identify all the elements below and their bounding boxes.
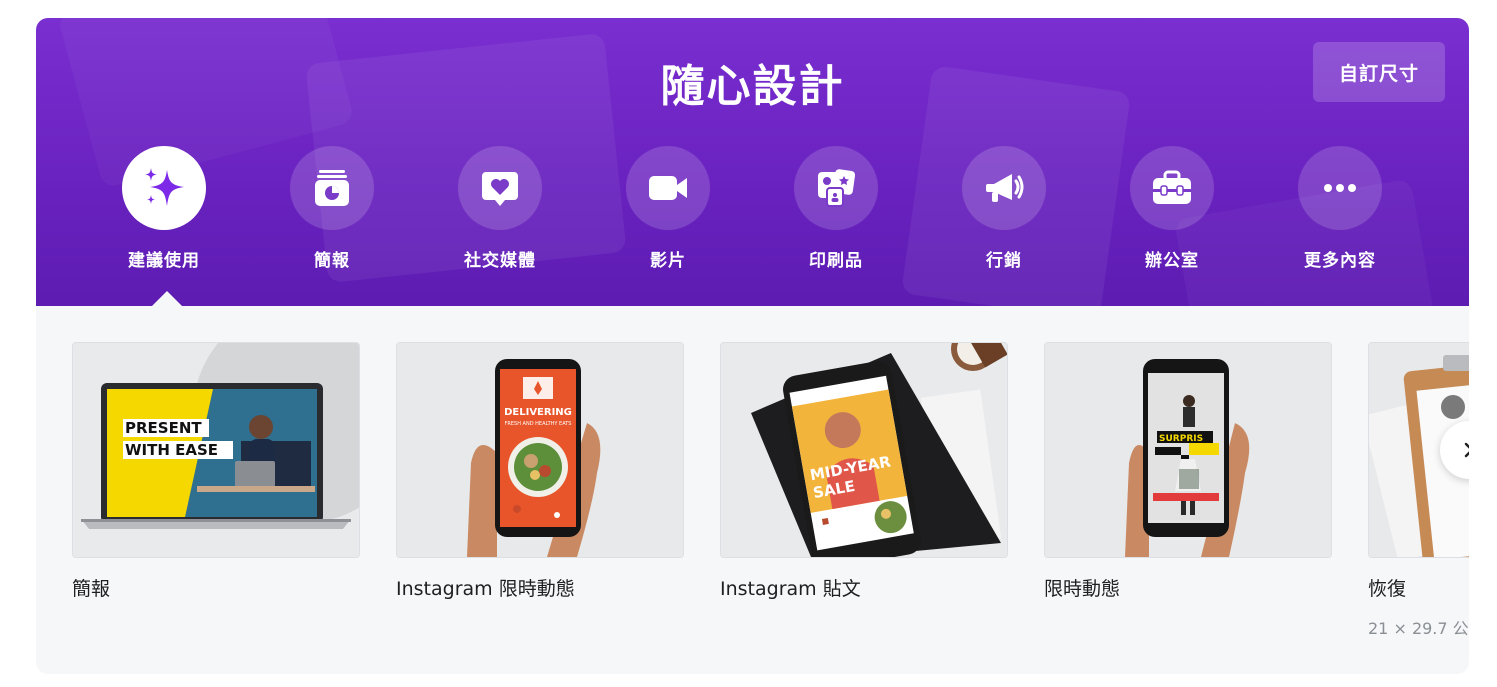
category-office[interactable]: 辦公室 <box>1112 146 1232 271</box>
template-card-instagram-story[interactable]: DELIVERING FRESH AND HEALTHY EATS Instag… <box>396 342 684 601</box>
thumbnail-headline: DELIVERING <box>504 407 572 418</box>
category-label: 辦公室 <box>1145 251 1199 271</box>
laptop-mockup: PRESENT WITH EASE <box>73 343 359 557</box>
category-suggested[interactable]: 建議使用 <box>104 146 224 271</box>
category-label: 建議使用 <box>128 251 200 271</box>
sparkle-icon <box>145 168 184 206</box>
template-name[interactable]: 限時動態 <box>1044 574 1332 601</box>
thumbnail-headline: SURPRIS <box>1159 434 1203 444</box>
phone-mockup: SURPRIS <box>1045 343 1331 557</box>
print-icon <box>818 169 856 207</box>
template-card-instagram-post[interactable]: MID-YEAR SALE Instagram 貼文 <box>720 342 1008 601</box>
category-marketing[interactable]: 行銷 <box>944 146 1064 271</box>
category-social-media[interactable]: 社交媒體 <box>440 146 560 271</box>
template-name[interactable]: 恢復 <box>1368 574 1469 601</box>
chevron-right-icon <box>1464 442 1469 458</box>
thumbnail-headline-1: PRESENT <box>125 419 202 437</box>
category-label: 簡報 <box>314 251 350 271</box>
template-card-resume[interactable]: 恢復 21 × 29.7 公分 <box>1368 342 1469 639</box>
category-label: 社交媒體 <box>464 251 536 271</box>
hero-banner: 隨心設計 自訂尺寸 建議使用 簡報 社交媒體 影片 印刷品 行銷 辦公室 更多內… <box>36 18 1469 306</box>
more-dots-icon <box>1324 184 1356 192</box>
create-design-panel: 隨心設計 自訂尺寸 建議使用 簡報 社交媒體 影片 印刷品 行銷 辦公室 更多內… <box>36 18 1469 674</box>
template-name[interactable]: Instagram 貼文 <box>720 574 1008 601</box>
category-icon-circle <box>794 146 878 230</box>
template-name[interactable]: Instagram 限時動態 <box>396 574 684 601</box>
video-camera-icon <box>649 176 687 200</box>
template-name[interactable]: 簡報 <box>72 574 360 601</box>
category-bar: 建議使用 簡報 社交媒體 影片 印刷品 行銷 辦公室 更多內容 <box>36 146 1469 286</box>
category-icon-circle <box>122 146 206 230</box>
template-dimensions: 21 × 29.7 公分 <box>1368 619 1469 638</box>
thumbnail-subheadline: FRESH AND HEALTHY EATS <box>505 421 572 427</box>
presentation-icon <box>315 170 349 206</box>
template-card-story[interactable]: SURPRIS 限時動態 <box>1044 342 1332 601</box>
category-label: 影片 <box>650 251 686 271</box>
template-thumbnail[interactable]: MID-YEAR SALE <box>720 342 1008 558</box>
thumbnail-headline-2: WITH EASE <box>125 441 218 459</box>
heart-bubble-icon <box>482 172 518 206</box>
phone-mockup: DELIVERING FRESH AND HEALTHY EATS <box>397 343 683 557</box>
phone-on-notebook-mockup: MID-YEAR SALE <box>721 343 1007 557</box>
template-card-presentation[interactable]: PRESENT WITH EASE 簡報 <box>72 342 360 601</box>
category-video[interactable]: 影片 <box>608 146 728 271</box>
category-more[interactable]: 更多內容 <box>1280 146 1400 271</box>
template-thumbnail[interactable]: DELIVERING FRESH AND HEALTHY EATS <box>396 342 684 558</box>
template-thumbnail[interactable]: PRESENT WITH EASE <box>72 342 360 558</box>
template-thumbnail[interactable]: SURPRIS <box>1044 342 1332 558</box>
category-label: 行銷 <box>986 251 1022 271</box>
category-icon-circle <box>458 146 542 230</box>
category-icon-circle <box>626 146 710 230</box>
category-icon-circle <box>1298 146 1382 230</box>
category-print[interactable]: 印刷品 <box>776 146 896 271</box>
category-label: 更多內容 <box>1304 251 1376 271</box>
page-title: 隨心設計 <box>660 61 845 112</box>
custom-size-button[interactable]: 自訂尺寸 <box>1313 42 1445 102</box>
briefcase-icon <box>1153 170 1191 204</box>
category-label: 印刷品 <box>809 251 863 271</box>
active-tab-indicator <box>152 291 182 306</box>
megaphone-icon <box>986 174 1024 202</box>
category-icon-circle <box>1130 146 1214 230</box>
category-presentation[interactable]: 簡報 <box>272 146 392 271</box>
category-icon-circle <box>962 146 1046 230</box>
category-icon-circle <box>290 146 374 230</box>
template-carousel: PRESENT WITH EASE 簡報 DELIVERING FRESH AN… <box>36 306 1469 674</box>
